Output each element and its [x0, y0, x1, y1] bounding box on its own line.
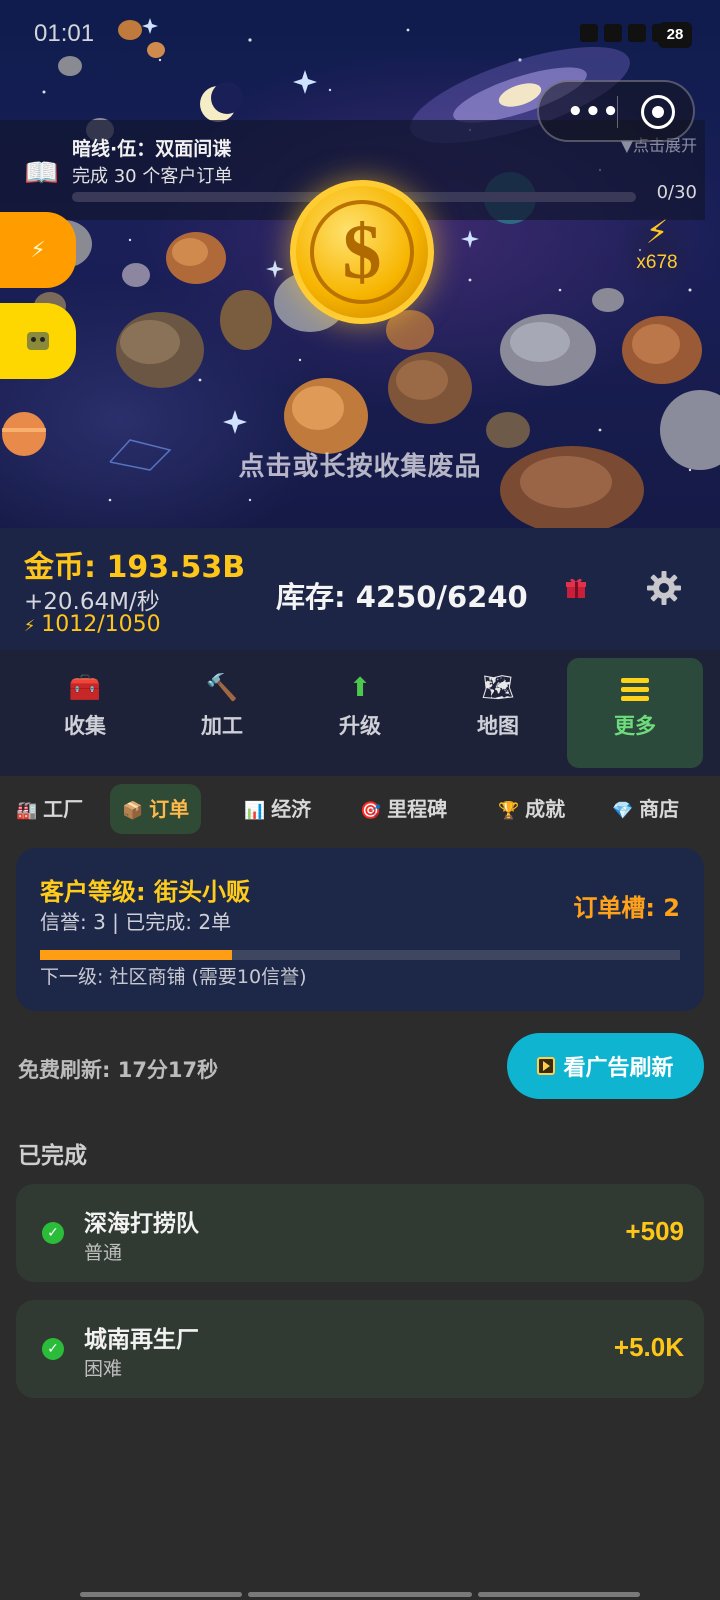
nav-upgrade-label: 升级	[339, 714, 381, 738]
customer-level-card: 客户等级: 街头小贩 信誉: 3 | 已完成: 2单 订单槽: 2 下一级: 社…	[16, 848, 704, 1011]
map-icon: 🗺	[481, 673, 515, 703]
tab-shop[interactable]: 💎 商店	[600, 784, 691, 834]
next-level-info: 下一级: 社区商铺 (需要10信誉)	[40, 966, 307, 988]
tab-milestones[interactable]: 🎯 里程碑	[348, 784, 459, 834]
gear-icon[interactable]	[646, 570, 682, 606]
lightning-icon: ⚡	[24, 616, 36, 635]
mini-program-capsule: •••	[537, 80, 695, 142]
main-navigation: 🧰 收集 🔨 加工 ⬆ 升级 🗺 地图 更多	[0, 650, 720, 776]
quest-progress-count: 0/30	[656, 182, 697, 203]
free-refresh-timer: 免费刷新: 17分17秒	[18, 1058, 219, 1082]
trophy-icon: 🏆	[498, 801, 520, 821]
wifi-icon	[628, 24, 646, 42]
video-icon	[537, 1057, 556, 1075]
notification-icon	[580, 24, 598, 42]
nav-collect[interactable]: 🧰 收集	[17, 658, 153, 768]
level-progress-bar	[40, 950, 680, 960]
nav-map[interactable]: 🗺 地图	[430, 658, 566, 768]
box-icon: 📦	[122, 801, 144, 821]
nav-upgrade[interactable]: ⬆ 升级	[292, 658, 428, 768]
lightning-icon: ⚡	[30, 237, 46, 263]
level-progress-fill	[40, 950, 232, 960]
boost-multiplier[interactable]: ⚡ x678	[612, 212, 702, 292]
stock-amount: 库存: 4250/6240	[276, 580, 528, 614]
status-bar: 01:01 28	[0, 18, 720, 52]
nav-process-label: 加工	[201, 714, 243, 738]
order-name: 深海打捞队	[84, 1211, 199, 1237]
quest-description: 完成 30 个客户订单	[72, 166, 233, 187]
completed-order[interactable]: ✓ 深海打捞队 普通 +509	[16, 1184, 704, 1282]
order-reward: +509	[625, 1216, 684, 1246]
factory-icon: 🏭	[16, 801, 38, 821]
tab-factory[interactable]: 🏭 工厂	[4, 784, 95, 834]
nav-map-label: 地图	[477, 714, 519, 738]
sim-icon	[604, 24, 622, 42]
robot-side-button[interactable]	[0, 303, 76, 379]
energy-side-button[interactable]: ⚡	[0, 212, 76, 288]
watch-ad-refresh-button[interactable]: 看广告刷新	[507, 1033, 704, 1099]
tab-orders-label: 订单	[149, 797, 190, 821]
lightning-icon: ⚡	[645, 213, 669, 251]
capsule-divider	[617, 96, 618, 128]
nav-process[interactable]: 🔨 加工	[154, 658, 290, 768]
status-icons	[580, 24, 670, 42]
check-icon: ✓	[42, 1338, 64, 1360]
nav-more[interactable]: 更多	[567, 658, 703, 768]
energy-value: 1012/1050	[41, 612, 161, 637]
gold-amount: 金币: 193.53B	[24, 550, 246, 585]
more-options-icon[interactable]: •••	[567, 99, 620, 125]
boost-label: x678	[636, 252, 678, 273]
tab-shop-label: 商店	[639, 797, 680, 821]
robot-icon	[27, 332, 49, 350]
tab-factory-label: 工厂	[43, 797, 84, 821]
diamond-icon: 💎	[612, 801, 634, 821]
bar-chart-icon: 📊	[244, 801, 266, 821]
tab-achievements[interactable]: 🏆 成就	[486, 784, 577, 834]
dollar-icon: $	[310, 200, 414, 304]
order-slots: 订单槽: 2	[573, 894, 680, 922]
close-program-icon[interactable]	[641, 95, 675, 129]
resource-stats: 金币: 193.53B +20.64M/秒 ⚡ 1012/1050 库存: 425…	[0, 528, 720, 650]
page-indicator	[80, 1592, 242, 1597]
collect-hint: 点击或长按收集废品	[238, 452, 482, 482]
order-reward: +5.0K	[613, 1332, 684, 1362]
arrow-up-icon: ⬆	[349, 673, 371, 703]
order-difficulty: 困难	[84, 1358, 123, 1380]
coin-collect-target[interactable]: $	[290, 180, 434, 324]
customer-level: 客户等级: 街头小贩	[40, 878, 250, 906]
status-time: 01:01	[34, 20, 95, 47]
toolbox-icon: 🧰	[68, 673, 102, 703]
completed-order[interactable]: ✓ 城南再生厂 困难 +5.0K	[16, 1300, 704, 1398]
watch-ad-refresh-label: 看广告刷新	[563, 1056, 674, 1081]
gold-rate: +20.64M/秒	[24, 589, 160, 615]
hammer-icon: 🔨	[205, 673, 239, 703]
page-indicator	[248, 1592, 472, 1597]
nav-more-label: 更多	[614, 714, 656, 738]
game-screen: 01:01 28 📖 暗线·伍：双面间谍 完成 30 个客户订单 ▼点击展开 0…	[0, 0, 720, 1600]
menu-icon	[567, 666, 703, 710]
order-name: 城南再生厂	[84, 1327, 199, 1353]
battery-indicator: 28	[658, 22, 692, 48]
energy-amount: ⚡ 1012/1050	[24, 612, 161, 637]
order-difficulty: 普通	[84, 1242, 123, 1264]
space-scene[interactable]: 01:01 28 📖 暗线·伍：双面间谍 完成 30 个客户订单 ▼点击展开 0…	[0, 0, 720, 528]
target-icon: 🎯	[360, 801, 382, 821]
completed-section-title: 已完成	[18, 1143, 87, 1169]
nav-collect-label: 收集	[64, 714, 106, 738]
tab-milestones-label: 里程碑	[387, 797, 448, 821]
tab-economy-label: 经济	[271, 797, 312, 821]
book-icon: 📖	[24, 156, 59, 189]
customer-summary: 信誉: 3 | 已完成: 2单	[40, 910, 232, 934]
sub-tabs: 🏭 工厂 📦 订单 📊 经济 🎯 里程碑 🏆 成就 💎 商店	[0, 776, 720, 844]
gift-icon[interactable]	[564, 576, 588, 600]
quest-title: 暗线·伍：双面间谍	[72, 138, 232, 160]
page-indicator	[478, 1592, 640, 1597]
tab-economy[interactable]: 📊 经济	[232, 784, 323, 834]
tab-orders[interactable]: 📦 订单	[110, 784, 202, 834]
tab-achievements-label: 成就	[525, 797, 566, 821]
check-icon: ✓	[42, 1222, 64, 1244]
